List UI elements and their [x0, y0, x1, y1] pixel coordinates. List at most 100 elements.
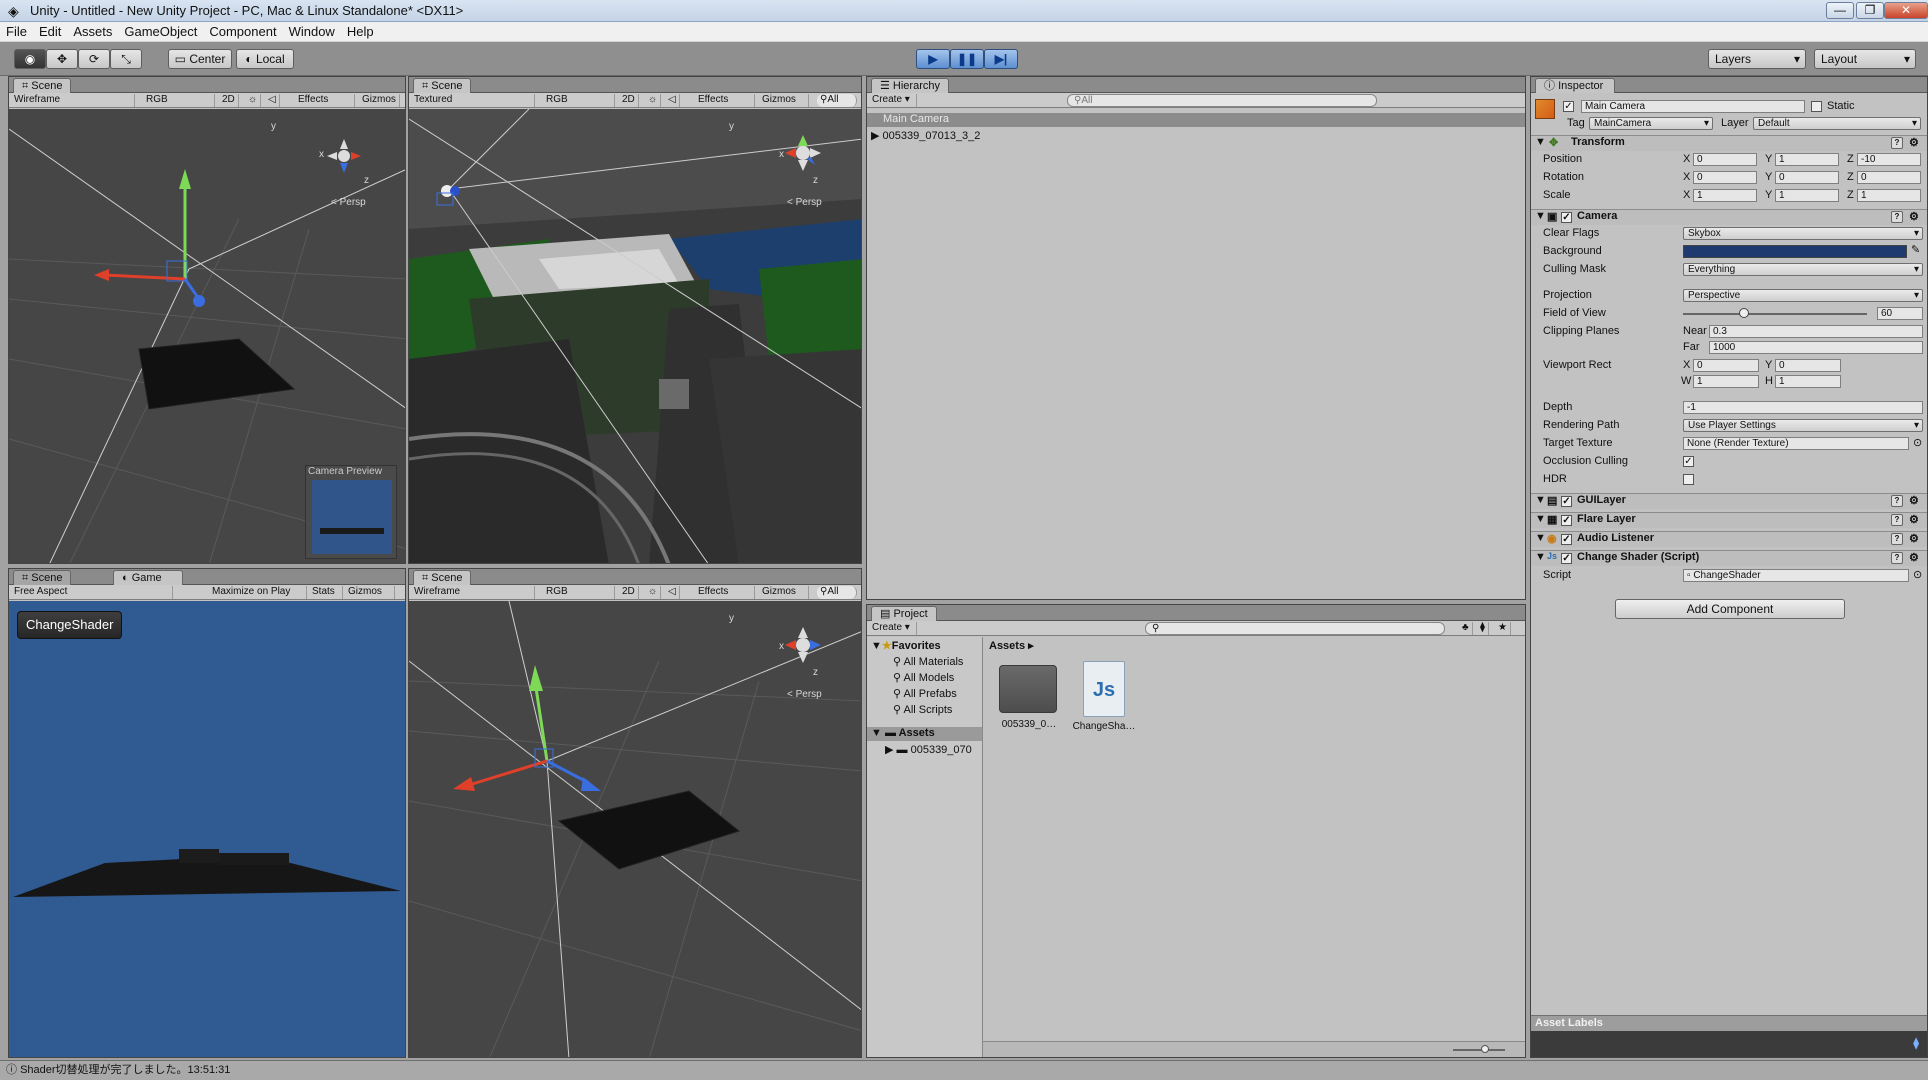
scene-viewport[interactable]: y x z < Persp	[409, 601, 861, 1057]
favorite-item[interactable]: ⚲ All Materials	[893, 655, 963, 668]
layer-dropdown[interactable]: Default ▾	[1753, 117, 1921, 130]
lighting-icon[interactable]: ☼	[245, 94, 262, 107]
tab-scene[interactable]: ⌗ Scene	[413, 78, 472, 93]
audio-icon[interactable]: ◁	[665, 586, 680, 599]
occlusion-culling-checkbox[interactable]: ✓	[1683, 456, 1694, 467]
eyedropper-icon[interactable]: ✎	[1911, 243, 1920, 256]
viewport-y-field[interactable]: 0	[1775, 359, 1841, 372]
viewport-w-field[interactable]: 1	[1693, 375, 1759, 388]
help-icon[interactable]: ?	[1891, 137, 1903, 149]
audio-icon[interactable]: ◁	[665, 94, 680, 107]
fov-field[interactable]: 60	[1877, 307, 1923, 320]
pivot-center-button[interactable]: ▭ Center	[168, 49, 232, 69]
scale-y-field[interactable]: 1	[1775, 189, 1839, 202]
gizmos-dropdown[interactable]: Gizmos	[759, 586, 809, 599]
position-x-field[interactable]: 0	[1693, 153, 1757, 166]
hierarchy-create-dropdown[interactable]: Create ▾	[869, 94, 917, 107]
assets-root-row[interactable]: ▼ ▬ Assets	[867, 727, 982, 741]
maximize-on-play-toggle[interactable]: Maximize on Play	[209, 586, 307, 599]
rotate-tool-button[interactable]: ⟳	[78, 49, 110, 69]
rgb-dropdown[interactable]: RGB	[543, 94, 615, 107]
tab-scene[interactable]: ⌗ Scene	[413, 570, 472, 585]
gizmos-dropdown[interactable]: Gizmos	[359, 94, 400, 107]
menu-file[interactable]: File	[0, 22, 33, 42]
add-component-button[interactable]: Add Component	[1615, 599, 1845, 619]
2d-toggle[interactable]: 2D	[619, 94, 639, 107]
scene-search-input[interactable]: ⚲All	[817, 586, 857, 599]
rotation-y-field[interactable]: 0	[1775, 171, 1839, 184]
menu-window[interactable]: Window	[283, 22, 341, 42]
minimize-button[interactable]: —	[1826, 2, 1854, 19]
transform-header[interactable]: ▼ ✥ Transform ? ⚙	[1531, 135, 1927, 151]
scale-tool-button[interactable]: ⤡	[110, 49, 142, 69]
close-button[interactable]: ✕	[1884, 2, 1928, 19]
menu-component[interactable]: Component	[203, 22, 282, 42]
audio-listener-header[interactable]: ▼ ◉ ✓ Audio Listener ? ⚙	[1531, 531, 1927, 547]
aspect-dropdown[interactable]: Free Aspect	[11, 586, 173, 599]
audio-listener-enabled-checkbox[interactable]: ✓	[1561, 534, 1572, 545]
scene-orientation-gizmo[interactable]	[327, 139, 361, 173]
tag-dropdown[interactable]: MainCamera ▾	[1589, 117, 1713, 130]
gear-icon[interactable]: ⚙	[1909, 513, 1919, 526]
camera-enabled-checkbox[interactable]: ✓	[1561, 212, 1572, 223]
project-create-dropdown[interactable]: Create ▾	[869, 622, 917, 635]
lighting-icon[interactable]: ☼	[645, 586, 662, 599]
gear-icon[interactable]: ⚙	[1909, 210, 1919, 223]
icon-size-slider-thumb[interactable]	[1481, 1045, 1489, 1053]
pivot-local-button[interactable]: ◐ Local	[236, 49, 294, 69]
clear-flags-dropdown[interactable]: Skybox ▾	[1683, 227, 1923, 240]
tab-scene[interactable]: ⌗ Scene	[13, 570, 72, 585]
hdr-checkbox[interactable]	[1683, 474, 1694, 485]
script-field[interactable]: ▫ ChangeShader	[1683, 569, 1909, 582]
culling-mask-dropdown[interactable]: Everything ▾	[1683, 263, 1923, 276]
effects-dropdown[interactable]: Effects	[695, 94, 755, 107]
lighting-icon[interactable]: ☼	[645, 94, 662, 107]
2d-toggle[interactable]: 2D	[219, 94, 239, 107]
stats-toggle[interactable]: Stats	[309, 586, 343, 599]
icon-size-slider[interactable]	[1453, 1049, 1505, 1051]
tab-scene[interactable]: ⌗ Scene	[13, 78, 72, 93]
tab-inspector[interactable]: ⓘ Inspector	[1535, 78, 1615, 93]
scene-viewport[interactable]: y x z < Persp	[409, 109, 861, 563]
fov-slider-track[interactable]	[1683, 313, 1867, 315]
help-icon[interactable]: ?	[1891, 552, 1903, 564]
hierarchy-search-input[interactable]: ⚲All	[1067, 94, 1377, 107]
project-search-input[interactable]: ⚲	[1145, 622, 1445, 635]
filter-label-icon[interactable]: ⧫	[1477, 622, 1489, 635]
hand-tool-button[interactable]: ◉	[14, 49, 46, 69]
gear-icon[interactable]: ⚙	[1909, 551, 1919, 564]
viewport-x-field[interactable]: 0	[1693, 359, 1759, 372]
rgb-dropdown[interactable]: RGB	[543, 586, 615, 599]
step-button[interactable]: ▶|	[984, 49, 1018, 69]
tab-hierarchy[interactable]: ☰ Hierarchy	[871, 78, 949, 93]
menu-help[interactable]: Help	[341, 22, 380, 42]
favorites-header[interactable]: ▼★Favorites	[871, 639, 941, 652]
assets-breadcrumb[interactable]: Assets ▸	[989, 639, 1034, 652]
camera-header[interactable]: ▼ ▣ ✓ Camera ? ⚙	[1531, 209, 1927, 225]
guilayer-header[interactable]: ▼ ▤ ✓ GUILayer ? ⚙	[1531, 493, 1927, 509]
persp-label[interactable]: < Persp	[787, 689, 822, 700]
help-icon[interactable]: ?	[1891, 211, 1903, 223]
far-field[interactable]: 1000	[1709, 341, 1923, 354]
favorite-item[interactable]: ⚲ All Scripts	[893, 703, 952, 716]
draw-mode-dropdown[interactable]: Wireframe	[411, 586, 535, 599]
expand-arrow-icon[interactable]: ▶	[871, 130, 879, 142]
gear-icon[interactable]: ⚙	[1909, 532, 1919, 545]
rgb-dropdown[interactable]: RGB	[143, 94, 215, 107]
move-tool-button[interactable]: ✥	[46, 49, 78, 69]
scale-z-field[interactable]: 1	[1857, 189, 1921, 202]
pause-button[interactable]: ❚❚	[950, 49, 984, 69]
scene-orientation-gizmo[interactable]	[785, 627, 821, 663]
help-icon[interactable]: ?	[1891, 495, 1903, 507]
scene-search-input[interactable]: ⚲All	[817, 94, 857, 107]
active-checkbox[interactable]: ✓	[1563, 101, 1574, 112]
static-checkbox[interactable]	[1811, 101, 1822, 112]
guilayer-enabled-checkbox[interactable]: ✓	[1561, 496, 1572, 507]
scene-orientation-gizmo[interactable]	[785, 135, 821, 171]
audio-icon[interactable]: ◁	[265, 94, 280, 107]
asset-tile-folder[interactable]: 005339_0…	[997, 661, 1061, 751]
draw-mode-dropdown[interactable]: Textured	[411, 94, 535, 107]
effects-dropdown[interactable]: Effects	[295, 94, 355, 107]
near-field[interactable]: 0.3	[1709, 325, 1923, 338]
2d-toggle[interactable]: 2D	[619, 586, 639, 599]
